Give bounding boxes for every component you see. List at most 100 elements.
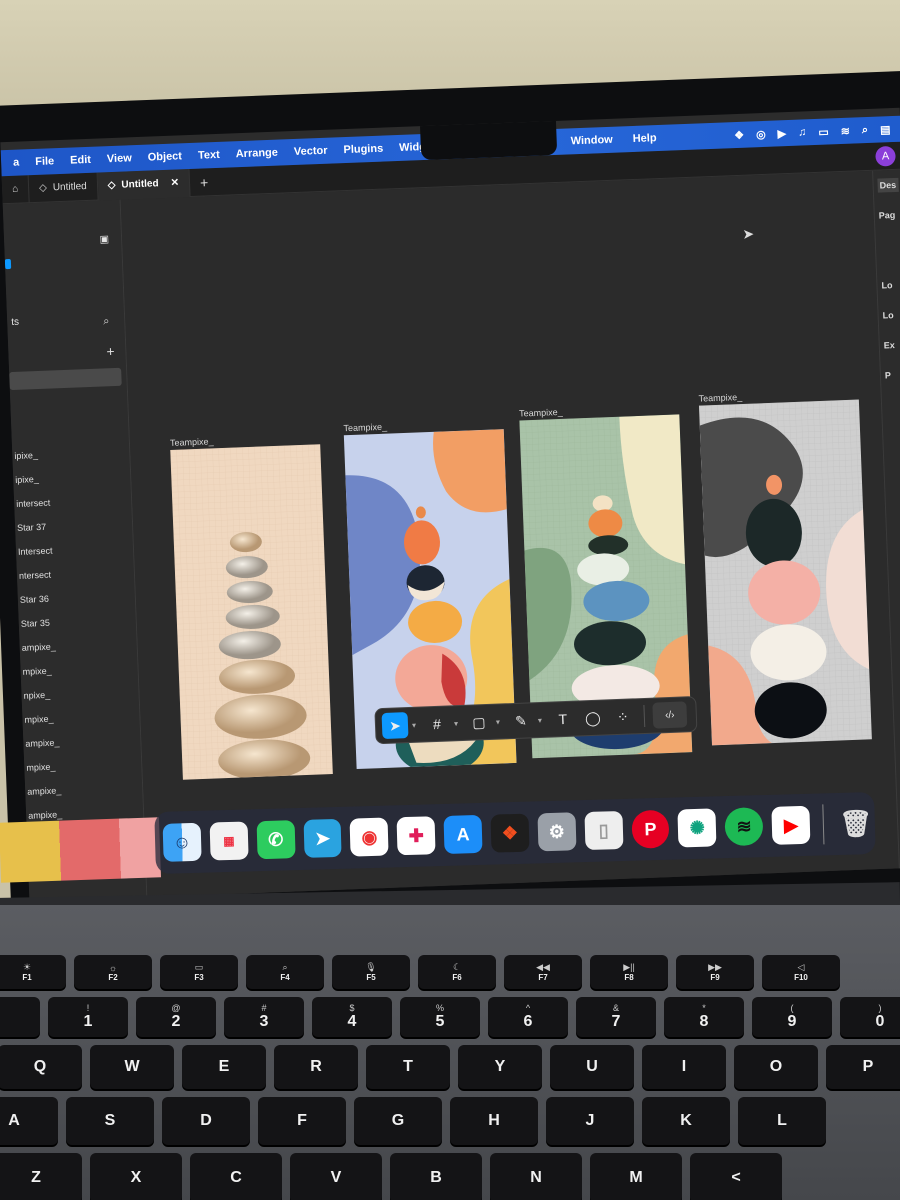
design-tab[interactable]: Des: [877, 177, 899, 193]
menu-item[interactable]: File: [27, 155, 62, 168]
function-key[interactable]: ⌕ F4: [246, 955, 324, 989]
figma-icon[interactable]: ❖: [490, 813, 530, 853]
frame-title[interactable]: Teampixe_: [519, 407, 563, 419]
search-icon[interactable]: ⌕: [862, 123, 869, 136]
finder-icon[interactable]: ☺: [162, 822, 202, 862]
design-canvas[interactable]: ➤ Teampixe_ Teampixe_ Teampixe_ Teampixe…: [120, 170, 899, 900]
letter-key[interactable]: B: [390, 1153, 482, 1200]
new-tab-button[interactable]: +: [189, 167, 218, 196]
app-store-icon[interactable]: A: [443, 814, 483, 854]
file-tab-active[interactable]: ◇ Untitled ✕: [97, 168, 191, 201]
play-icon[interactable]: ▶: [777, 127, 786, 140]
number-key[interactable]: @2: [136, 997, 216, 1037]
letter-key[interactable]: K: [642, 1097, 730, 1145]
pen-tool-icon[interactable]: ✎: [507, 707, 534, 734]
slack-icon[interactable]: ✚: [396, 816, 436, 856]
letter-key[interactable]: P: [826, 1045, 900, 1089]
letter-key[interactable]: X: [90, 1153, 182, 1200]
number-key[interactable]: $4: [312, 997, 392, 1037]
comment-tool-icon[interactable]: ◯: [579, 704, 606, 731]
frame-title[interactable]: Teampixe_: [698, 392, 742, 404]
number-key[interactable]: % 5: [400, 997, 480, 1037]
dev-mode-toggle-icon[interactable]: ‹/›: [652, 701, 688, 729]
search-icon[interactable]: ⌕: [103, 315, 110, 328]
letter-key[interactable]: J: [546, 1097, 634, 1145]
function-key[interactable]: ▶|| F8: [590, 955, 668, 989]
frame-tool-icon[interactable]: #: [423, 710, 450, 737]
chatgpt-icon[interactable]: ✺: [677, 808, 717, 848]
letter-key[interactable]: T: [366, 1045, 450, 1089]
sidebar-toggle-icon[interactable]: ▣: [99, 234, 109, 245]
number-key[interactable]: ! 1: [48, 997, 128, 1037]
letter-key[interactable]: H: [450, 1097, 538, 1145]
menu-item[interactable]: Text: [190, 149, 228, 162]
number-key[interactable]: * 8: [664, 997, 744, 1037]
close-tab-icon[interactable]: ✕: [170, 177, 179, 188]
letter-key[interactable]: <: [690, 1153, 782, 1200]
frame-title[interactable]: Teampixe_: [170, 436, 214, 448]
menu-item[interactable]: a: [5, 156, 28, 169]
key-backtick[interactable]: [0, 997, 40, 1037]
pinterest-icon[interactable]: P: [631, 809, 670, 849]
menu-item[interactable]: Edit: [62, 154, 99, 167]
function-key[interactable]: ☀ F1: [0, 955, 66, 989]
letter-key[interactable]: F: [258, 1097, 346, 1145]
trash-icon[interactable]: 🗑: [836, 804, 875, 843]
letter-key[interactable]: C: [190, 1153, 282, 1200]
letter-key[interactable]: N: [490, 1153, 582, 1200]
function-key[interactable]: ▶▶ F9: [676, 955, 754, 989]
letter-key[interactable]: I: [642, 1045, 726, 1089]
function-key[interactable]: 🎙 F5: [332, 955, 410, 989]
letter-key[interactable]: G: [354, 1097, 442, 1145]
battery-icon[interactable]: ▭: [818, 125, 829, 138]
whatsapp-icon[interactable]: ✆: [256, 820, 296, 860]
function-key[interactable]: ▭ F3: [160, 955, 238, 989]
letter-key[interactable]: V: [290, 1153, 382, 1200]
number-key[interactable]: ^ 6: [488, 997, 568, 1037]
airpods-icon[interactable]: ♫: [798, 126, 807, 139]
letter-key[interactable]: O: [734, 1045, 818, 1089]
function-key[interactable]: ☾ F6: [418, 955, 496, 989]
function-key[interactable]: ☼ F2: [74, 955, 152, 989]
home-tab[interactable]: ⌂: [1, 174, 30, 204]
letter-key[interactable]: A: [0, 1097, 58, 1145]
chevron-down-icon[interactable]: ▾: [496, 717, 504, 726]
sync-icon[interactable]: ◎: [756, 127, 766, 140]
letter-key[interactable]: L: [738, 1097, 826, 1145]
iphone-mirroring-icon[interactable]: ▯: [584, 811, 624, 851]
number-key[interactable]: & 7: [576, 997, 656, 1037]
system-settings-icon[interactable]: ⚙: [537, 812, 577, 852]
chevron-down-icon[interactable]: ▾: [454, 718, 462, 728]
menu-item[interactable]: Help: [623, 132, 667, 146]
menu-item[interactable]: Window: [560, 133, 622, 148]
selected-page-row[interactable]: [9, 367, 122, 391]
chevron-down-icon[interactable]: ▾: [538, 715, 546, 724]
letter-key[interactable]: D: [162, 1097, 250, 1145]
menu-item[interactable]: Plugins: [335, 142, 391, 157]
number-key[interactable]: ) 0: [840, 997, 900, 1037]
chrome-icon[interactable]: ◉: [349, 817, 389, 857]
wifi-icon[interactable]: ≋: [840, 124, 851, 137]
letter-key[interactable]: R: [274, 1045, 358, 1089]
menu-item[interactable]: View: [99, 152, 140, 166]
letter-key[interactable]: E: [182, 1045, 266, 1089]
user-avatar[interactable]: A: [875, 145, 896, 167]
rectangle-tool-icon[interactable]: ▢: [465, 709, 492, 736]
menu-item[interactable]: Arrange: [228, 146, 287, 161]
frame-4[interactable]: [698, 399, 872, 746]
function-key[interactable]: ◀◀ F7: [504, 955, 582, 989]
function-key[interactable]: ◁ F10: [762, 955, 840, 989]
text-tool-icon[interactable]: T: [549, 706, 576, 733]
file-tab[interactable]: ◇ Untitled: [28, 172, 99, 203]
youtube-icon[interactable]: ▶: [771, 805, 811, 845]
telegram-icon[interactable]: ➤: [303, 818, 343, 858]
chevron-down-icon[interactable]: ▾: [412, 720, 420, 729]
letter-key[interactable]: U: [550, 1045, 634, 1089]
figma-status-icon[interactable]: ❖: [734, 128, 744, 141]
move-tool-icon[interactable]: ➤: [381, 712, 409, 740]
control-center-icon[interactable]: ▤: [880, 123, 891, 136]
frame-title[interactable]: Teampixe_: [343, 422, 387, 434]
letter-key[interactable]: S: [66, 1097, 154, 1145]
number-key[interactable]: #3: [224, 997, 304, 1037]
spotify-icon[interactable]: ≋: [724, 807, 764, 847]
